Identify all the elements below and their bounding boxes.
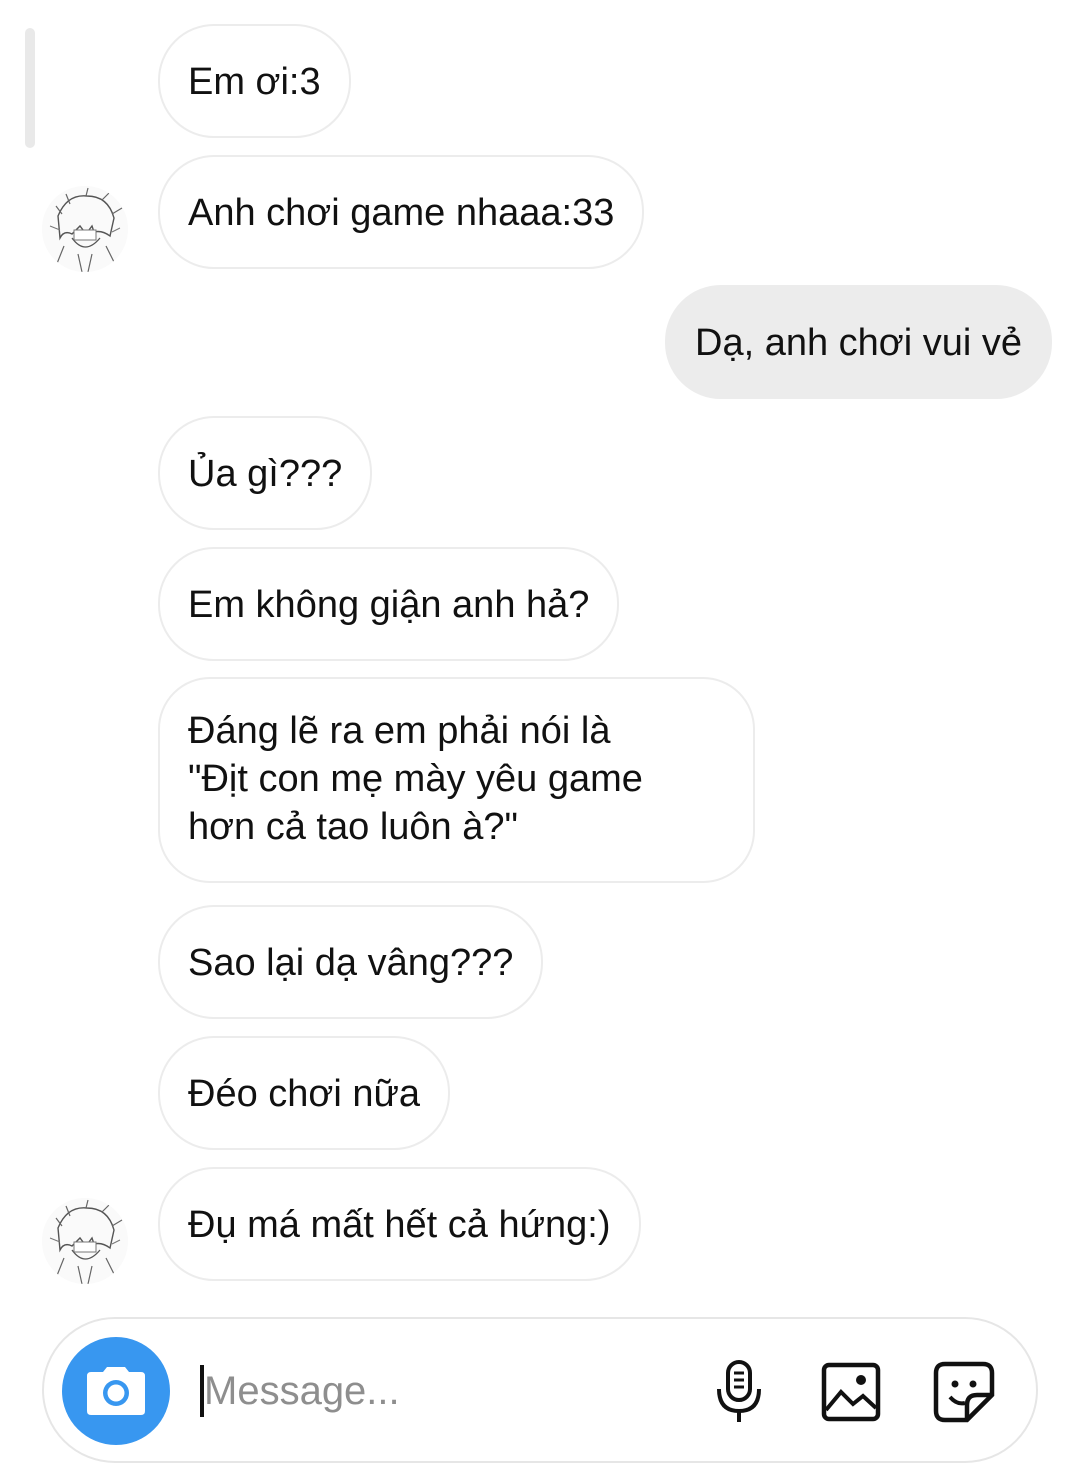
message-bubble-outgoing[interactable]: Dạ, anh chơi vui vẻ [665, 285, 1052, 399]
message-composer [42, 1317, 1038, 1463]
camera-icon [87, 1367, 145, 1415]
sticker-button[interactable] [929, 1357, 999, 1427]
contact-avatar[interactable] [42, 1198, 128, 1284]
avatar-illustration [42, 186, 128, 272]
message-text-line: hơn cả tao luôn à?" [188, 806, 518, 848]
message-text: Sao lại dạ vâng??? [188, 942, 514, 984]
message-input[interactable] [204, 1359, 684, 1423]
message-text: Em không giận anh hả? [188, 584, 590, 626]
camera-button[interactable] [62, 1337, 170, 1445]
message-text: Đụ má mất hết cả hứng:) [188, 1204, 611, 1246]
message-bubble-incoming[interactable]: Đáng lẽ ra em phải nói là "Địt con mẹ mà… [158, 677, 755, 883]
message-text-line: Đáng lẽ ra em phải nói là [188, 710, 611, 752]
microphone-icon [717, 1360, 761, 1422]
message-bubble-incoming[interactable]: Em ơi:3 [158, 24, 351, 138]
image-gallery-icon [821, 1362, 881, 1422]
message-bubble-incoming[interactable]: Anh chơi game nhaaa:33 [158, 155, 645, 269]
message-text: Em ơi:3 [188, 61, 321, 103]
contact-avatar[interactable] [42, 186, 128, 272]
scroll-indicator[interactable] [25, 28, 35, 148]
message-text: Ủa gì??? [188, 453, 343, 495]
message-text: Dạ, anh chơi vui vẻ [695, 322, 1022, 364]
message-text: Đéo chơi nữa [188, 1073, 421, 1115]
message-bubble-incoming[interactable]: Đụ má mất hết cả hứng:) [158, 1167, 641, 1281]
chat-screen: Em ơi:3 Anh chơi game nhaaa:33 Dạ, anh c… [0, 0, 1080, 1477]
message-bubble-incoming[interactable]: Ủa gì??? [158, 416, 373, 530]
gallery-button[interactable] [816, 1357, 886, 1427]
message-bubble-incoming[interactable]: Sao lại dạ vâng??? [158, 905, 544, 1019]
avatar-illustration [42, 1198, 128, 1284]
message-text-line: "Địt con mẹ mày yêu game [188, 758, 643, 800]
microphone-button[interactable] [704, 1357, 774, 1427]
sticker-icon [933, 1361, 995, 1423]
message-bubble-incoming[interactable]: Đéo chơi nữa [158, 1036, 451, 1150]
message-bubble-incoming[interactable]: Em không giận anh hả? [158, 547, 620, 661]
message-text: Anh chơi game nhaaa:33 [188, 192, 615, 234]
